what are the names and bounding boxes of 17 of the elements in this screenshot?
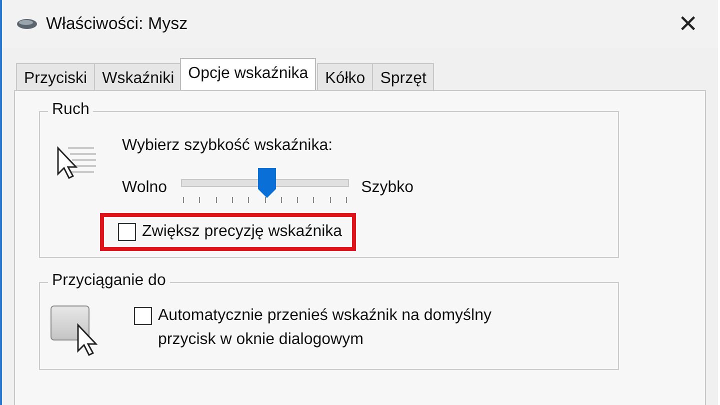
tab[interactable]: Wskaźniki: [94, 63, 182, 90]
checkbox-label: Automatycznie przenieś wskaźnik na domyślny przycisk w oknie dialogowym: [158, 306, 492, 350]
close-button[interactable]: ✕: [666, 2, 710, 46]
tab[interactable]: Opcje wskaźnika: [180, 58, 316, 90]
tab[interactable]: Przyciski: [16, 63, 96, 90]
group-title: Przyciąganie do: [48, 272, 170, 290]
window-title: Właściwości: Mysz: [46, 14, 189, 34]
tab[interactable]: Kółko: [317, 63, 374, 90]
slow-label: Wolno: [122, 179, 168, 197]
tab[interactable]: Sprzęt: [372, 63, 434, 90]
slider-thumb[interactable]: [256, 167, 277, 199]
speed-label: Wybierz szybkość wskaźnika:: [122, 137, 334, 155]
fast-label: Szybko: [361, 179, 414, 197]
checkbox-label: Zwiększ precyzję wskaźnika: [142, 223, 342, 241]
checkbox[interactable]: [118, 223, 136, 241]
mouse-icon: [16, 18, 38, 30]
checkbox[interactable]: [134, 307, 152, 325]
